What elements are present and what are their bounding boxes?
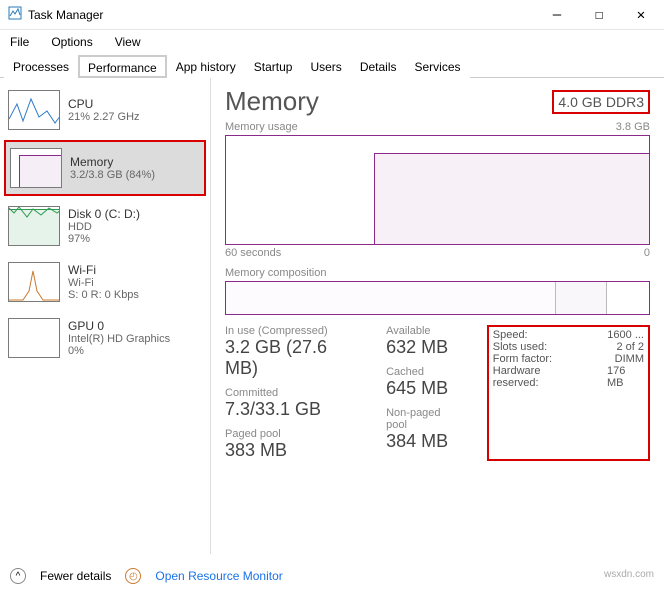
- comp-label: Memory composition: [225, 267, 326, 279]
- menubar: File Options View: [0, 30, 664, 54]
- memory-composition-chart: [225, 281, 650, 315]
- nonpaged-label: Non-paged pool: [386, 407, 463, 431]
- wifi-sub1: Wi-Fi: [68, 277, 139, 289]
- cpu-title: CPU: [68, 97, 140, 111]
- wifi-sub2: S: 0 R: 0 Kbps: [68, 289, 139, 301]
- sidebar-item-cpu[interactable]: CPU 21% 2.27 GHz: [4, 84, 206, 136]
- slots-value: 2 of 2: [616, 341, 644, 353]
- app-icon: [8, 6, 22, 23]
- hw-value: 176 MB: [607, 365, 644, 389]
- usage-label: Memory usage: [225, 121, 298, 133]
- wifi-title: Wi-Fi: [68, 263, 139, 277]
- fewer-details-link[interactable]: Fewer details: [40, 569, 111, 583]
- watermark: wsxdn.com: [604, 569, 654, 580]
- gpu-title: GPU 0: [68, 319, 170, 333]
- minimize-button[interactable]: —: [536, 1, 578, 29]
- close-button[interactable]: ✕: [620, 1, 662, 29]
- cached-value: 645 MB: [386, 378, 463, 399]
- disk-thumb: [8, 206, 60, 246]
- footer: ^ Fewer details ◴ Open Resource Monitor: [10, 568, 283, 584]
- committed-value: 7.3/33.1 GB: [225, 399, 362, 420]
- menu-options[interactable]: Options: [47, 33, 96, 51]
- disk-sub2: 97%: [68, 233, 140, 245]
- x-right: 0: [644, 247, 650, 259]
- tab-startup[interactable]: Startup: [245, 55, 302, 78]
- sidebar-item-disk[interactable]: Disk 0 (C: D:) HDD 97%: [4, 200, 206, 252]
- page-title: Memory: [225, 86, 319, 117]
- hw-label: Hardware reserved:: [493, 365, 587, 389]
- chevron-up-icon[interactable]: ^: [10, 568, 26, 584]
- tab-services[interactable]: Services: [406, 55, 470, 78]
- open-resource-monitor-link[interactable]: Open Resource Monitor: [155, 569, 282, 583]
- window-title: Task Manager: [28, 8, 103, 22]
- sidebar-item-memory[interactable]: Memory 3.2/3.8 GB (84%): [4, 140, 206, 196]
- available-label: Available: [386, 325, 463, 337]
- tab-users[interactable]: Users: [301, 55, 350, 78]
- tab-details[interactable]: Details: [351, 55, 406, 78]
- main-panel: Memory 4.0 GB DDR3 Memory usage 3.8 GB 6…: [211, 78, 664, 554]
- disk-sub1: HDD: [68, 221, 140, 233]
- sidebar: CPU 21% 2.27 GHz Memory 3.2/3.8 GB (84%)…: [0, 78, 210, 554]
- sidebar-item-wifi[interactable]: Wi-Fi Wi-Fi S: 0 R: 0 Kbps: [4, 256, 206, 308]
- wifi-thumb: [8, 262, 60, 302]
- cpu-thumb: [8, 90, 60, 130]
- memory-sub: 3.2/3.8 GB (84%): [70, 169, 155, 181]
- memory-thumb: [10, 148, 62, 188]
- tab-processes[interactable]: Processes: [4, 55, 78, 78]
- disk-title: Disk 0 (C: D:): [68, 207, 140, 221]
- gpu-sub2: 0%: [68, 345, 170, 357]
- form-label: Form factor:: [493, 353, 552, 365]
- nonpaged-value: 384 MB: [386, 431, 463, 452]
- x-left: 60 seconds: [225, 247, 281, 259]
- stats-area: In use (Compressed)3.2 GB (27.6 MB) Comm…: [225, 325, 650, 461]
- sidebar-item-gpu[interactable]: GPU 0 Intel(R) HD Graphics 0%: [4, 312, 206, 364]
- content-area: CPU 21% 2.27 GHz Memory 3.2/3.8 GB (84%)…: [0, 78, 664, 554]
- cpu-sub: 21% 2.27 GHz: [68, 111, 140, 123]
- paged-label: Paged pool: [225, 428, 362, 440]
- tab-performance[interactable]: Performance: [78, 55, 167, 78]
- available-value: 632 MB: [386, 337, 463, 358]
- in-use-label: In use (Compressed): [225, 325, 362, 337]
- ram-spec: 4.0 GB DDR3: [552, 90, 650, 114]
- gpu-sub1: Intel(R) HD Graphics: [68, 333, 170, 345]
- tab-bar: Processes Performance App history Startu…: [0, 54, 664, 78]
- speed-label: Speed:: [493, 329, 528, 341]
- memory-usage-chart: [225, 135, 650, 245]
- menu-view[interactable]: View: [111, 33, 145, 51]
- speed-value: 1600 ...: [607, 329, 644, 341]
- form-value: DIMM: [615, 353, 644, 365]
- slots-label: Slots used:: [493, 341, 547, 353]
- committed-label: Committed: [225, 387, 362, 399]
- usage-max: 3.8 GB: [616, 121, 650, 133]
- maximize-button[interactable]: ☐: [578, 1, 620, 29]
- gpu-thumb: [8, 318, 60, 358]
- tab-app-history[interactable]: App history: [167, 55, 245, 78]
- resource-monitor-icon: ◴: [125, 568, 141, 584]
- in-use-value: 3.2 GB (27.6 MB): [225, 337, 362, 379]
- memory-info-table: Speed: 1600 ... Slots used: 2 of 2 Form fa…: [487, 325, 650, 461]
- memory-title: Memory: [70, 155, 155, 169]
- menu-file[interactable]: File: [6, 33, 33, 51]
- paged-value: 383 MB: [225, 440, 362, 461]
- cached-label: Cached: [386, 366, 463, 378]
- titlebar: Task Manager — ☐ ✕: [0, 0, 664, 30]
